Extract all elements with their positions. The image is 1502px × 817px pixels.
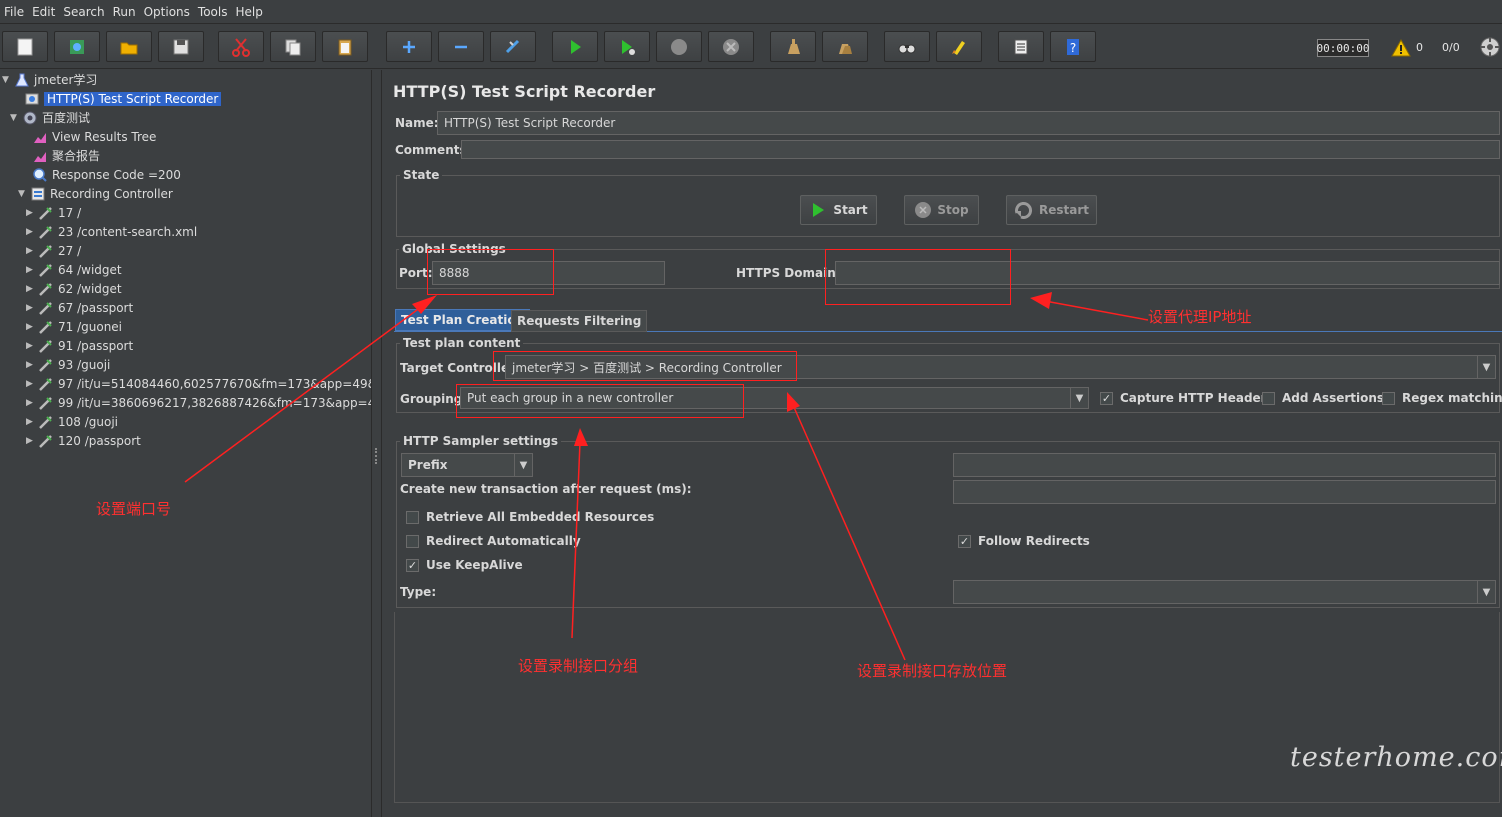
target-annotation: 设置录制接口存放位置 [857, 662, 1008, 680]
port-arrow [184, 295, 437, 483]
watermark: testerhome.com [1290, 742, 1502, 773]
annotation-arrows [184, 292, 1149, 661]
grouping-annotation: 设置录制接口分组 [518, 657, 639, 675]
proxy-arrow [1030, 292, 1149, 321]
proxy-annotation: 设置代理IP地址 [1148, 308, 1252, 326]
grouping-arrow [571, 428, 588, 639]
port-annotation: 设置端口号 [96, 500, 172, 518]
target-arrow [787, 392, 906, 661]
